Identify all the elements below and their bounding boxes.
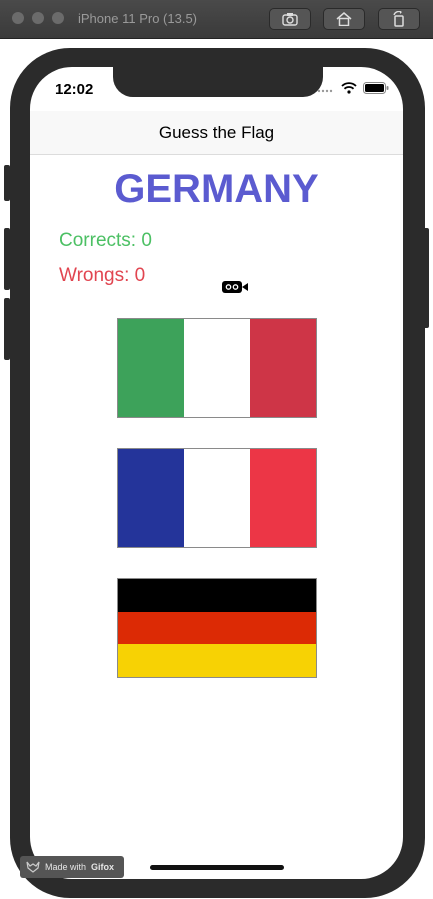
navigation-bar: Guess the Flag bbox=[30, 111, 403, 155]
corrects-count: Corrects: 0 bbox=[59, 230, 152, 251]
close-window-button[interactable] bbox=[12, 12, 24, 24]
home-indicator[interactable] bbox=[150, 865, 284, 870]
signal-dots-icon bbox=[317, 89, 333, 93]
screen-recording-icon bbox=[222, 281, 248, 293]
wrongs-count: Wrongs: 0 bbox=[59, 265, 146, 286]
zoom-window-button[interactable] bbox=[52, 12, 64, 24]
fox-logo-icon bbox=[26, 861, 40, 873]
window-title: iPhone 11 Pro (13.5) bbox=[78, 11, 197, 26]
germany-flag-stripe-3 bbox=[118, 644, 316, 677]
home-button[interactable] bbox=[323, 8, 365, 30]
italy-flag-stripe-1 bbox=[118, 319, 184, 417]
camera-icon bbox=[282, 13, 298, 26]
france-flag-stripe-2 bbox=[184, 449, 250, 547]
france-flag-stripe-1 bbox=[118, 449, 184, 547]
nav-title: Guess the Flag bbox=[158, 123, 275, 142]
gifox-watermark: Made with Gifox bbox=[20, 856, 124, 878]
app-screen: 12:02 Guess the Flag GERMANY Corrects: 0… bbox=[30, 67, 403, 879]
italy-flag-button[interactable] bbox=[117, 318, 317, 418]
home-icon bbox=[336, 12, 352, 26]
germany-flag-button[interactable] bbox=[117, 578, 317, 678]
status-icons bbox=[317, 82, 389, 94]
rotate-icon bbox=[393, 11, 404, 27]
watermark-brand: Gifox bbox=[91, 862, 115, 872]
minimize-window-button[interactable] bbox=[32, 12, 44, 24]
target-country: GERMANY bbox=[114, 167, 319, 211]
italy-flag-stripe-3 bbox=[250, 319, 316, 417]
simulator-titlebar: iPhone 11 Pro (13.5) bbox=[0, 0, 433, 39]
screenshot-button[interactable] bbox=[269, 8, 311, 30]
rotate-button[interactable] bbox=[378, 8, 420, 30]
watermark-prefix: Made with bbox=[45, 862, 87, 872]
status-time: 12:02 bbox=[55, 81, 94, 98]
germany-flag-stripe-2 bbox=[118, 611, 316, 645]
germany-flag-stripe-1 bbox=[118, 579, 316, 612]
battery-icon bbox=[363, 82, 389, 94]
wifi-icon bbox=[341, 82, 357, 94]
italy-flag-stripe-2 bbox=[184, 319, 250, 417]
france-flag-button[interactable] bbox=[117, 448, 317, 548]
notch bbox=[113, 67, 323, 97]
france-flag-stripe-3 bbox=[250, 449, 316, 547]
